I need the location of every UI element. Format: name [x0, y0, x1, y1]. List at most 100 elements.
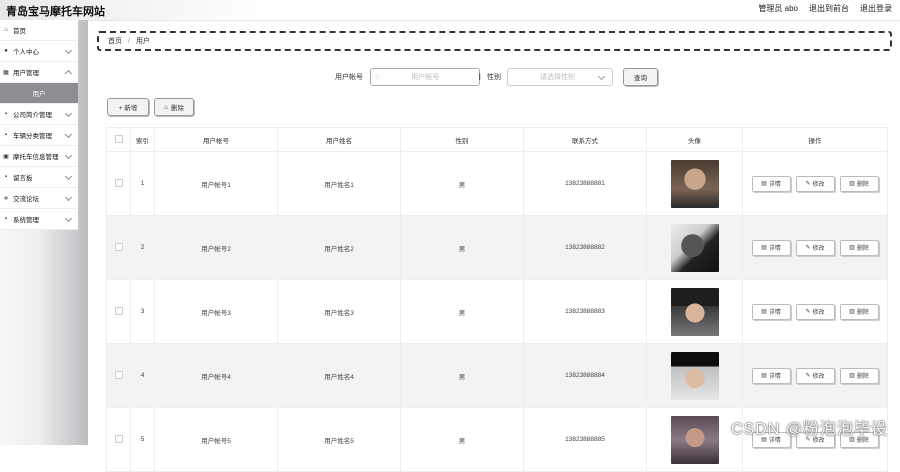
sidebar-item-home[interactable]: ⌂ 首页	[0, 20, 78, 41]
detail-button[interactable]: ▤ 详情	[751, 239, 791, 256]
cell-operations: ▤ 详情 ✎ 修改 ▥ 删除	[742, 343, 888, 408]
cell-account: 用户帐号2	[154, 215, 278, 280]
row-checkbox[interactable]	[114, 370, 123, 379]
header-account: 用户帐号	[154, 127, 278, 152]
edit-label: 修改	[812, 310, 825, 316]
sidebar-menu: ⌂ 首页 ● 个人中心 ▦ 用户管理 用户 ▪ 公司简介管理 ▪ 车辆分类管理 …	[0, 20, 78, 230]
account-label: 用户帐号	[335, 74, 363, 81]
trash-icon: ▥	[849, 181, 855, 187]
detail-icon: ▤	[761, 309, 767, 315]
row-checkbox[interactable]	[114, 306, 123, 315]
cell-index: 1	[130, 151, 155, 216]
chevron-up-icon	[64, 69, 73, 78]
detail-button[interactable]: ▤ 详情	[751, 303, 791, 320]
sidebar-item-personal[interactable]: ● 个人中心	[0, 41, 78, 62]
edit-icon: ✎	[805, 309, 811, 315]
chevron-down-icon	[64, 193, 73, 202]
row-checkbox[interactable]	[114, 434, 123, 443]
cell-gender: 男	[400, 279, 524, 344]
cell-avatar	[646, 151, 743, 216]
add-button[interactable]: + 新增	[107, 98, 149, 116]
archive-icon: ▣	[3, 153, 9, 160]
text-cursor-icon: I	[478, 72, 481, 82]
edit-icon: ✎	[805, 245, 811, 251]
chevron-down-icon	[64, 172, 73, 181]
delete-button[interactable]: ▥ 删除	[839, 367, 879, 384]
table-row: 1 用户帐号1 用户姓名1 男 13823888881 ▤ 详情 ✎ 修改 ▥ 删除	[106, 151, 888, 216]
trash-icon: ▥	[849, 309, 855, 315]
header-name: 用户姓名	[277, 127, 401, 152]
sidebar-item-motorcycle-info[interactable]: ▣ 摩托车信息管理	[0, 146, 78, 167]
sidebar-item-label: 车辆分类管理	[13, 133, 52, 140]
cell-name: 用户姓名5	[277, 407, 401, 472]
search-icon: ○	[375, 73, 380, 81]
home-icon: ⌂	[4, 27, 8, 33]
edit-button[interactable]: ✎ 修改	[795, 303, 835, 320]
cell-avatar	[646, 215, 743, 280]
delete-button[interactable]: ▥ 删除	[839, 175, 879, 192]
bulk-delete-button[interactable]: ⌂ 删除	[154, 98, 194, 116]
delete-label: 删除	[856, 374, 869, 380]
cell-name: 用户姓名4	[277, 343, 401, 408]
back-to-front-link[interactable]: 退出到前台	[809, 3, 849, 14]
row-checkbox[interactable]	[114, 178, 123, 187]
account-search-input[interactable]: ○ 用户帐号 I	[370, 68, 481, 86]
sidebar-item-vehicle-category[interactable]: ▪ 车辆分类管理	[0, 125, 78, 146]
logout-link[interactable]: 退出登录	[860, 3, 892, 14]
row-checkbox-cell[interactable]	[106, 215, 131, 280]
trash-icon: ⌂	[164, 103, 168, 111]
detail-icon: ▤	[761, 373, 767, 379]
sidebar-subitem-user[interactable]: 用户	[0, 83, 78, 104]
sidebar-item-label: 公司简介管理	[13, 112, 52, 119]
row-checkbox-cell[interactable]	[106, 343, 131, 408]
delete-label: 删除	[856, 182, 869, 188]
cell-name: 用户姓名2	[277, 215, 401, 280]
top-links: 管理员 abo 退出到前台 退出登录	[758, 3, 892, 14]
sidebar-item-label: 系统管理	[13, 217, 39, 224]
account-placeholder: 用户帐号	[411, 74, 440, 81]
avatar	[670, 287, 719, 336]
delete-button[interactable]: ▥ 删除	[839, 239, 879, 256]
grid-icon: ▪	[4, 174, 8, 180]
edit-label: 修改	[812, 246, 825, 252]
cell-name: 用户姓名1	[277, 151, 401, 216]
sidebar-item-label: 留言板	[13, 175, 33, 182]
select-all-checkbox[interactable]	[114, 134, 123, 143]
sidebar-item-users[interactable]: ▦ 用户管理	[0, 62, 78, 83]
cell-gender: 男	[400, 151, 524, 216]
breadcrumb: 首页 / 用户	[97, 31, 892, 51]
header-avatar: 头像	[646, 127, 743, 152]
avatar	[670, 159, 719, 208]
sidebar-item-system[interactable]: ▪ 系统管理	[0, 209, 78, 230]
query-button[interactable]: 查询	[623, 68, 658, 86]
row-checkbox-cell[interactable]	[106, 279, 131, 344]
chevron-down-icon	[64, 151, 73, 160]
table-actions: + 新增 ⌂ 删除	[107, 98, 194, 116]
detail-button[interactable]: ▤ 详情	[751, 175, 791, 192]
detail-icon: ▤	[761, 245, 767, 251]
search-bar: 用户帐号 ○ 用户帐号 I 性别 请选择性别 查询	[335, 68, 658, 86]
edit-label: 修改	[812, 374, 825, 380]
cell-account: 用户帐号3	[154, 279, 278, 344]
breadcrumb-home[interactable]: 首页	[108, 36, 122, 46]
sidebar-item-message-board[interactable]: ▪ 留言板	[0, 167, 78, 188]
header-phone: 联系方式	[523, 127, 647, 152]
edit-icon: ✎	[805, 181, 811, 187]
row-checkbox[interactable]	[114, 242, 123, 251]
edit-button[interactable]: ✎ 修改	[795, 367, 835, 384]
edit-icon: ✎	[805, 373, 811, 379]
sidebar-item-forum[interactable]: ≑ 交流论坛	[0, 188, 78, 209]
row-checkbox-cell[interactable]	[106, 407, 131, 472]
gender-select[interactable]: 请选择性别	[507, 68, 613, 86]
edit-button[interactable]: ✎ 修改	[795, 239, 835, 256]
cell-operations: ▤ 详情 ✎ 修改 ▥ 删除	[742, 279, 888, 344]
sidebar-item-company[interactable]: ▪ 公司简介管理	[0, 104, 78, 125]
edit-button[interactable]: ✎ 修改	[795, 175, 835, 192]
header-select-all[interactable]	[106, 127, 131, 152]
delete-button[interactable]: ▥ 删除	[839, 303, 879, 320]
detail-button[interactable]: ▤ 详情	[751, 367, 791, 384]
sidebar-item-label: 用户管理	[13, 70, 39, 77]
row-checkbox-cell[interactable]	[106, 151, 131, 216]
cell-index: 3	[130, 279, 155, 344]
cell-gender: 男	[400, 407, 524, 472]
